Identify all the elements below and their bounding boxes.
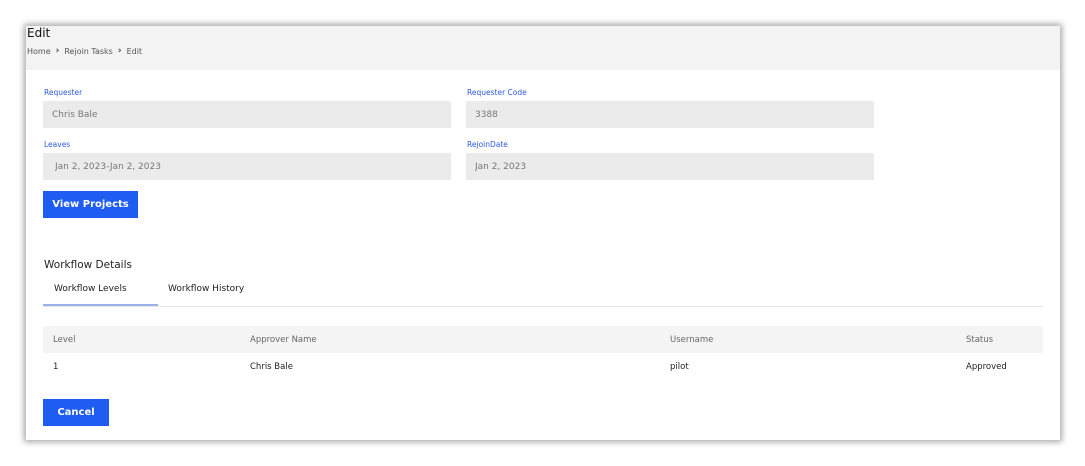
chevron-right-icon: › (55, 46, 60, 56)
view-projects-button[interactable]: View Projects (43, 191, 138, 218)
cell-status: Approved (966, 362, 1007, 372)
breadcrumb-rejoin-tasks[interactable]: Rejoin Tasks (64, 47, 113, 56)
leaves-field[interactable] (43, 153, 451, 180)
chevron-right-icon: › (117, 46, 122, 56)
cell-approver-name: Chris Bale (250, 362, 293, 372)
workflow-details-title: Workflow Details (44, 259, 132, 271)
breadcrumb: Home › Rejoin Tasks › Edit (27, 46, 142, 56)
breadcrumb-edit: Edit (126, 46, 143, 56)
page-header: Edit Home › Rejoin Tasks › Edit (26, 26, 1060, 70)
requester-label: Requester (44, 88, 83, 97)
leaves-label: Leaves (44, 140, 71, 149)
column-header-approver-name: Approver Name (250, 335, 317, 345)
tab-workflow-levels[interactable]: Workflow Levels (54, 284, 127, 294)
cancel-button[interactable]: Cancel (43, 399, 109, 426)
table-row: 1 Chris Bale pilot Approved (43, 353, 1043, 380)
table-header: Level Approver Name Username Status (43, 326, 1043, 353)
page-title: Edit (27, 26, 51, 40)
app-frame: Edit Home › Rejoin Tasks › Edit Requeste… (26, 26, 1060, 440)
column-header-status: Status (966, 335, 994, 345)
requester-code-field[interactable] (466, 101, 874, 128)
requester-code-label: Requester Code (467, 88, 527, 97)
cell-level: 1 (53, 362, 59, 372)
cell-username: pilot (670, 362, 689, 372)
rejoin-date-field[interactable] (466, 153, 874, 180)
tabs-divider (43, 306, 1043, 307)
tab-workflow-history[interactable]: Workflow History (168, 284, 244, 294)
breadcrumb-home[interactable]: Home (27, 47, 51, 56)
column-header-username: Username (670, 335, 714, 345)
column-header-level: Level (53, 335, 76, 345)
rejoin-date-label: RejoinDate (467, 140, 508, 149)
requester-field[interactable] (43, 101, 451, 128)
